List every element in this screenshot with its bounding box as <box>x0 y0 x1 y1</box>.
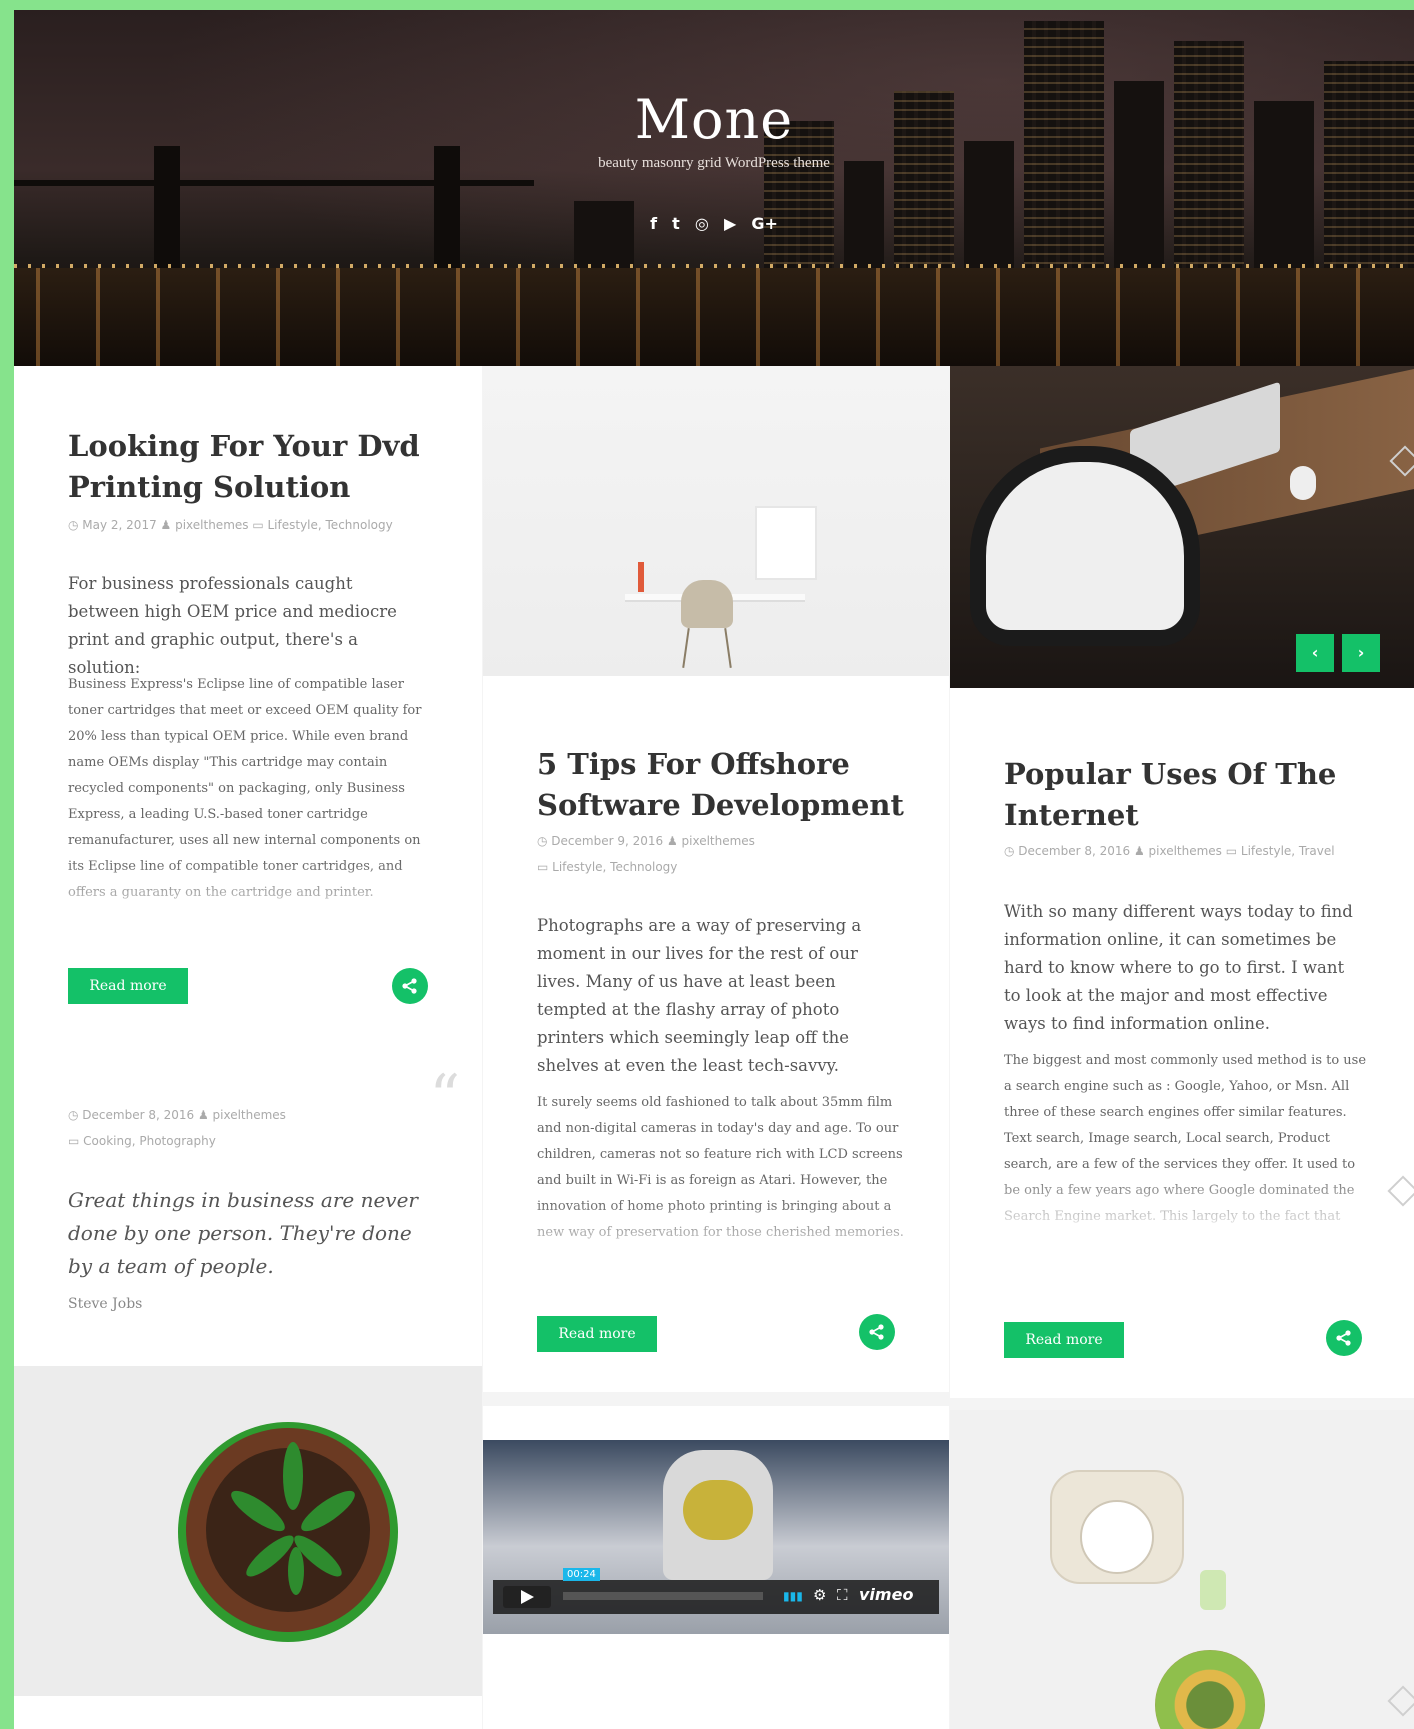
phone-dial <box>1080 1500 1154 1574</box>
social-links: f t ◎ ▶ G+ <box>14 214 1414 233</box>
site-title[interactable]: Mone <box>14 88 1414 151</box>
share-icon <box>402 978 417 994</box>
post-image-desk[interactable] <box>483 366 949 676</box>
excerpt-fade <box>14 862 482 932</box>
progress-bar[interactable] <box>563 1592 763 1600</box>
frame-art <box>755 506 817 580</box>
read-more-button[interactable]: Read more <box>1004 1322 1124 1358</box>
post-lead: For business professionals caught betwee… <box>68 574 397 677</box>
post-image-plant[interactable] <box>14 1366 482 1696</box>
read-more-button[interactable]: Read more <box>68 968 188 1004</box>
share-button[interactable] <box>392 968 428 1004</box>
quote-icon: “ <box>429 1062 460 1132</box>
video-card: 00:24 ▮▮▮ ⚙ ⛶ vimeo <box>483 1406 949 1729</box>
youtube-icon[interactable]: ▶ <box>724 214 736 233</box>
water-reflection <box>14 268 1414 366</box>
mouse <box>1290 466 1316 500</box>
time-badge: 00:24 <box>563 1568 600 1581</box>
slider-next-button[interactable]: › <box>1342 634 1380 672</box>
post-title[interactable]: Looking For Your Dvd Printing Solution <box>68 426 420 508</box>
site-header: Mone beauty masonry grid WordPress theme… <box>14 10 1414 366</box>
post-lead: With so many different ways today to fin… <box>1004 902 1353 1033</box>
post-card: 5 Tips For Offshore Software Development … <box>483 676 949 1392</box>
volume-icon[interactable]: ▮▮▮ <box>783 1589 803 1603</box>
chair-leg <box>724 628 732 668</box>
play-button[interactable] <box>503 1586 551 1608</box>
post-card: Looking For Your Dvd Printing Solution ◷ … <box>14 366 482 1050</box>
post-lead: Photographs are a way of preserving a mo… <box>537 916 862 1075</box>
settings-icon[interactable]: ⚙ <box>813 1586 826 1604</box>
quote-meta-category: ▭ Cooking, Photography <box>68 1134 216 1148</box>
post-meta-category: ▭ Lifestyle, Technology <box>537 860 678 874</box>
twitter-icon[interactable]: t <box>672 214 680 233</box>
post-meta: ◷ May 2, 2017 ♟ pixelthemes ▭ Lifestyle,… <box>68 518 393 532</box>
quote-author: Steve Jobs <box>68 1296 143 1312</box>
post-gallery-slider[interactable]: ‹ › <box>950 366 1414 688</box>
facebook-icon[interactable]: f <box>650 214 657 233</box>
post-card: Popular Uses Of The Internet ◷ December 8… <box>950 688 1414 1398</box>
building <box>574 201 634 271</box>
quote-card: “ ◷ December 8, 2016 ♟ pixelthemes ▭ Coo… <box>14 1050 482 1366</box>
share-button[interactable] <box>859 1314 895 1350</box>
vimeo-logo[interactable]: vimeo <box>859 1585 913 1604</box>
read-more-button[interactable]: Read more <box>537 1316 657 1352</box>
quote-meta-date: ◷ December 8, 2016 ♟ pixelthemes <box>68 1108 286 1122</box>
site-tagline: beauty masonry grid WordPress theme <box>598 155 830 171</box>
post-title[interactable]: 5 Tips For Offshore Software Development <box>537 744 904 826</box>
excerpt-fade <box>950 1170 1414 1240</box>
post-meta-date: ◷ December 9, 2016 ♟ pixelthemes <box>537 834 755 848</box>
drink-glass <box>1200 1570 1226 1610</box>
fullscreen-icon[interactable]: ⛶ <box>837 1586 848 1604</box>
excerpt-fade <box>483 1200 949 1270</box>
plant-leaves-icon <box>231 1442 355 1595</box>
instagram-icon[interactable]: ◎ <box>695 214 709 233</box>
salad-bowl <box>1155 1650 1265 1729</box>
google-plus-icon[interactable]: G+ <box>751 214 778 233</box>
share-icon <box>869 1324 884 1340</box>
post-image-phone[interactable] <box>950 1410 1414 1729</box>
quote-text: Great things in business are never done … <box>68 1188 418 1278</box>
vase <box>638 562 644 592</box>
slider-prev-button[interactable]: ‹ <box>1296 634 1334 672</box>
post-title[interactable]: Popular Uses Of The Internet <box>1004 754 1336 836</box>
post-meta: ◷ December 8, 2016 ♟ pixelthemes ▭ Lifes… <box>1004 844 1335 858</box>
share-icon <box>1336 1330 1351 1346</box>
play-icon <box>521 1590 534 1604</box>
chair <box>681 580 733 628</box>
post-card <box>14 1696 482 1729</box>
chair <box>970 446 1200 646</box>
share-button[interactable] <box>1326 1320 1362 1356</box>
video-controls: 00:24 ▮▮▮ ⚙ ⛶ vimeo <box>493 1568 939 1614</box>
visor <box>683 1480 753 1540</box>
chair-leg <box>682 628 690 668</box>
page: Mone beauty masonry grid WordPress theme… <box>14 10 1414 1729</box>
video-player[interactable]: 00:24 ▮▮▮ ⚙ ⛶ vimeo <box>483 1440 949 1634</box>
